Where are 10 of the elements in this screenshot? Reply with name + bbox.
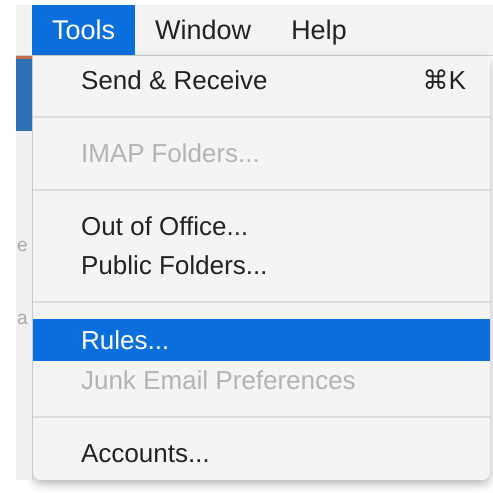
background-text: e — [17, 235, 28, 257]
menu-item[interactable]: Public Folders... — [33, 246, 490, 285]
menu-item[interactable]: Accounts... — [33, 434, 490, 473]
menu-bar-item[interactable]: Window — [135, 5, 272, 55]
menu-item[interactable]: Out of Office... — [33, 207, 490, 246]
menu-bar-item[interactable]: Help — [271, 5, 367, 55]
menu-bar-item[interactable]: Tools — [32, 5, 136, 55]
background-text: a — [17, 308, 28, 330]
menu-item[interactable]: Send & Receive ⌘K — [33, 61, 490, 100]
menu-item[interactable]: Rules... — [33, 319, 490, 361]
